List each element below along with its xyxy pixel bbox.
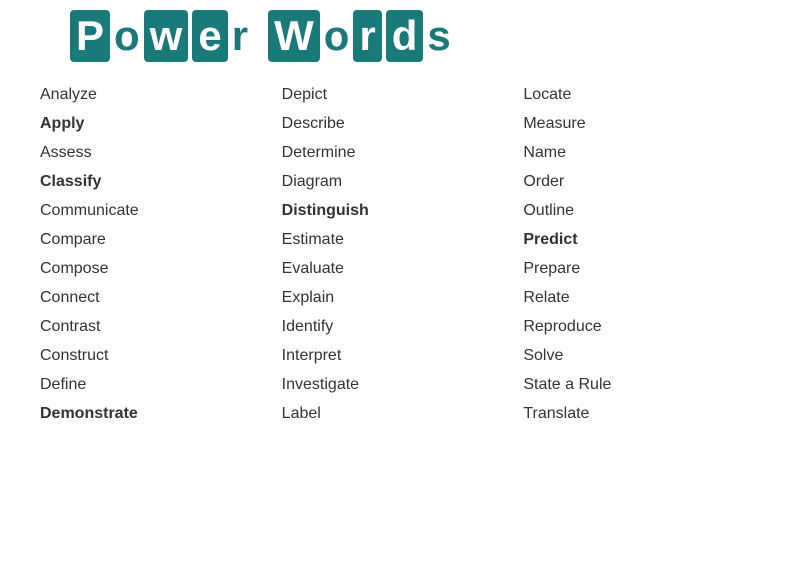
word-item: Solve xyxy=(523,341,765,370)
word-list: AnalyzeApplyAssessClassifyCommunicateCom… xyxy=(40,80,765,428)
title-letter: o xyxy=(114,12,140,60)
word-item: Label xyxy=(282,399,524,428)
word-item: Apply xyxy=(40,109,282,138)
word-column-col3: LocateMeasureNameOrderOutlinePredictPrep… xyxy=(523,80,765,428)
word-item: Estimate xyxy=(282,225,524,254)
word-item: Compare xyxy=(40,225,282,254)
word-item: Locate xyxy=(523,80,765,109)
word-item: Relate xyxy=(523,283,765,312)
title-letter: P xyxy=(70,10,110,62)
word-item: Distinguish xyxy=(282,196,524,225)
word-item: Depict xyxy=(282,80,524,109)
word-column-col1: AnalyzeApplyAssessClassifyCommunicateCom… xyxy=(40,80,282,428)
word-item: Connect xyxy=(40,283,282,312)
word-item: Reproduce xyxy=(523,312,765,341)
word-item: Communicate xyxy=(40,196,282,225)
word-item: State a Rule xyxy=(523,370,765,399)
title-letter: s xyxy=(427,12,450,60)
word-item: Classify xyxy=(40,167,282,196)
title-letter: e xyxy=(192,10,227,62)
page: PowerWords AnalyzeApplyAssessClassifyCom… xyxy=(0,0,805,568)
word-item: Investigate xyxy=(282,370,524,399)
header: PowerWords xyxy=(40,10,765,62)
word-item: Construct xyxy=(40,341,282,370)
title-letter: o xyxy=(324,12,350,60)
word-item: Determine xyxy=(282,138,524,167)
word-item: Evaluate xyxy=(282,254,524,283)
word-item: Demonstrate xyxy=(40,399,282,428)
word-item: Identify xyxy=(282,312,524,341)
power-words-title: PowerWords xyxy=(70,10,451,62)
word-item: Predict xyxy=(523,225,765,254)
word-item: Diagram xyxy=(282,167,524,196)
title-letter: W xyxy=(268,10,320,62)
word-item: Translate xyxy=(523,399,765,428)
title-letter: w xyxy=(144,10,189,62)
title-letter: r xyxy=(353,10,381,62)
word-item: Measure xyxy=(523,109,765,138)
word-item: Define xyxy=(40,370,282,399)
word-item: Explain xyxy=(282,283,524,312)
word-item: Analyze xyxy=(40,80,282,109)
title-letter: r xyxy=(232,12,248,60)
word-item: Name xyxy=(523,138,765,167)
word-item: Describe xyxy=(282,109,524,138)
word-item: Order xyxy=(523,167,765,196)
word-item: Compose xyxy=(40,254,282,283)
word-item: Interpret xyxy=(282,341,524,370)
title-letter: d xyxy=(386,10,424,62)
word-column-col2: DepictDescribeDetermineDiagramDistinguis… xyxy=(282,80,524,428)
word-item: Prepare xyxy=(523,254,765,283)
word-item: Outline xyxy=(523,196,765,225)
word-item: Contrast xyxy=(40,312,282,341)
word-item: Assess xyxy=(40,138,282,167)
